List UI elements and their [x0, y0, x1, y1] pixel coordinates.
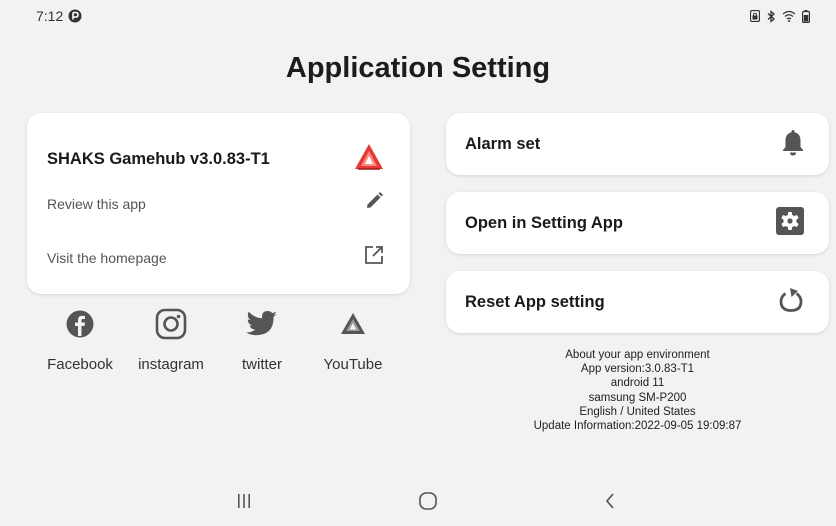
about-os: android 11: [610, 377, 665, 390]
recents-icon: [235, 493, 253, 514]
reset-app-setting-button[interactable]: Reset App setting: [446, 271, 829, 333]
about-heading: About your app environment: [565, 349, 710, 361]
twitter-icon: [244, 306, 280, 342]
shaks-logo-icon: [354, 143, 384, 176]
about-environment: About your app environment App version:3…: [446, 348, 829, 433]
alarm-set-button[interactable]: Alarm set: [446, 113, 829, 175]
open-in-setting-app-button[interactable]: Open in Setting App: [446, 192, 829, 254]
visit-homepage-link[interactable]: Visit the homepage: [47, 245, 384, 270]
settings-icon: [775, 206, 805, 241]
back-button[interactable]: [590, 488, 630, 518]
instagram-label: instagram: [138, 356, 204, 373]
about-locale: English / United States: [579, 405, 696, 418]
reset-icon: [777, 286, 805, 319]
about-version: App version:3.0.83-T1: [580, 363, 695, 376]
home-icon: [418, 491, 438, 516]
about-device: samsung SM-P200: [588, 391, 687, 404]
wifi-icon: [782, 10, 796, 22]
review-app-link[interactable]: Review this app: [47, 191, 384, 216]
youtube-label: YouTube: [323, 356, 383, 373]
visit-homepage-label: Visit the homepage: [47, 249, 167, 266]
status-left: 7:12: [36, 8, 82, 24]
page-title: Application Setting: [285, 52, 551, 84]
social-instagram[interactable]: instagram: [126, 306, 216, 373]
instagram-icon: [153, 306, 189, 342]
social-twitter[interactable]: twitter: [217, 306, 307, 373]
bell-icon: [781, 128, 805, 161]
reset-app-setting-label: Reset App setting: [465, 292, 605, 311]
status-time: 7:12: [36, 8, 64, 24]
social-youtube[interactable]: YouTube: [308, 306, 398, 373]
social-links: Facebook instagram twitter YouTube: [40, 306, 400, 386]
battery-icon: [802, 9, 810, 23]
pencil-icon: [364, 191, 384, 216]
sim-lock-icon: [750, 10, 760, 22]
status-bar: 7:12: [0, 0, 836, 32]
app-name: SHAKS Gamehub v3.0.83-T1: [47, 150, 270, 168]
facebook-label: Facebook: [47, 356, 113, 373]
back-icon: [603, 492, 617, 515]
open-in-setting-app-label: Open in Setting App: [465, 213, 623, 232]
twitter-label: twitter: [241, 356, 282, 373]
home-button[interactable]: [408, 488, 448, 518]
review-app-label: Review this app: [47, 195, 146, 212]
navigation-bar: [0, 480, 836, 526]
shaks-logo-icon: [335, 306, 371, 342]
alarm-set-label: Alarm set: [465, 134, 541, 153]
app-info-card: SHAKS Gamehub v3.0.83-T1 Review this app…: [27, 113, 410, 294]
status-right: [750, 9, 810, 23]
about-update: Update Information:2022-09-05 19:09:87: [533, 420, 742, 433]
bluetooth-icon: [766, 9, 776, 23]
data-saver-icon: [68, 9, 82, 23]
external-link-icon: [364, 245, 384, 270]
app-name-row: SHAKS Gamehub v3.0.83-T1: [47, 143, 384, 176]
social-facebook[interactable]: Facebook: [35, 306, 125, 373]
facebook-icon: [62, 306, 98, 342]
recents-button[interactable]: [224, 488, 264, 518]
